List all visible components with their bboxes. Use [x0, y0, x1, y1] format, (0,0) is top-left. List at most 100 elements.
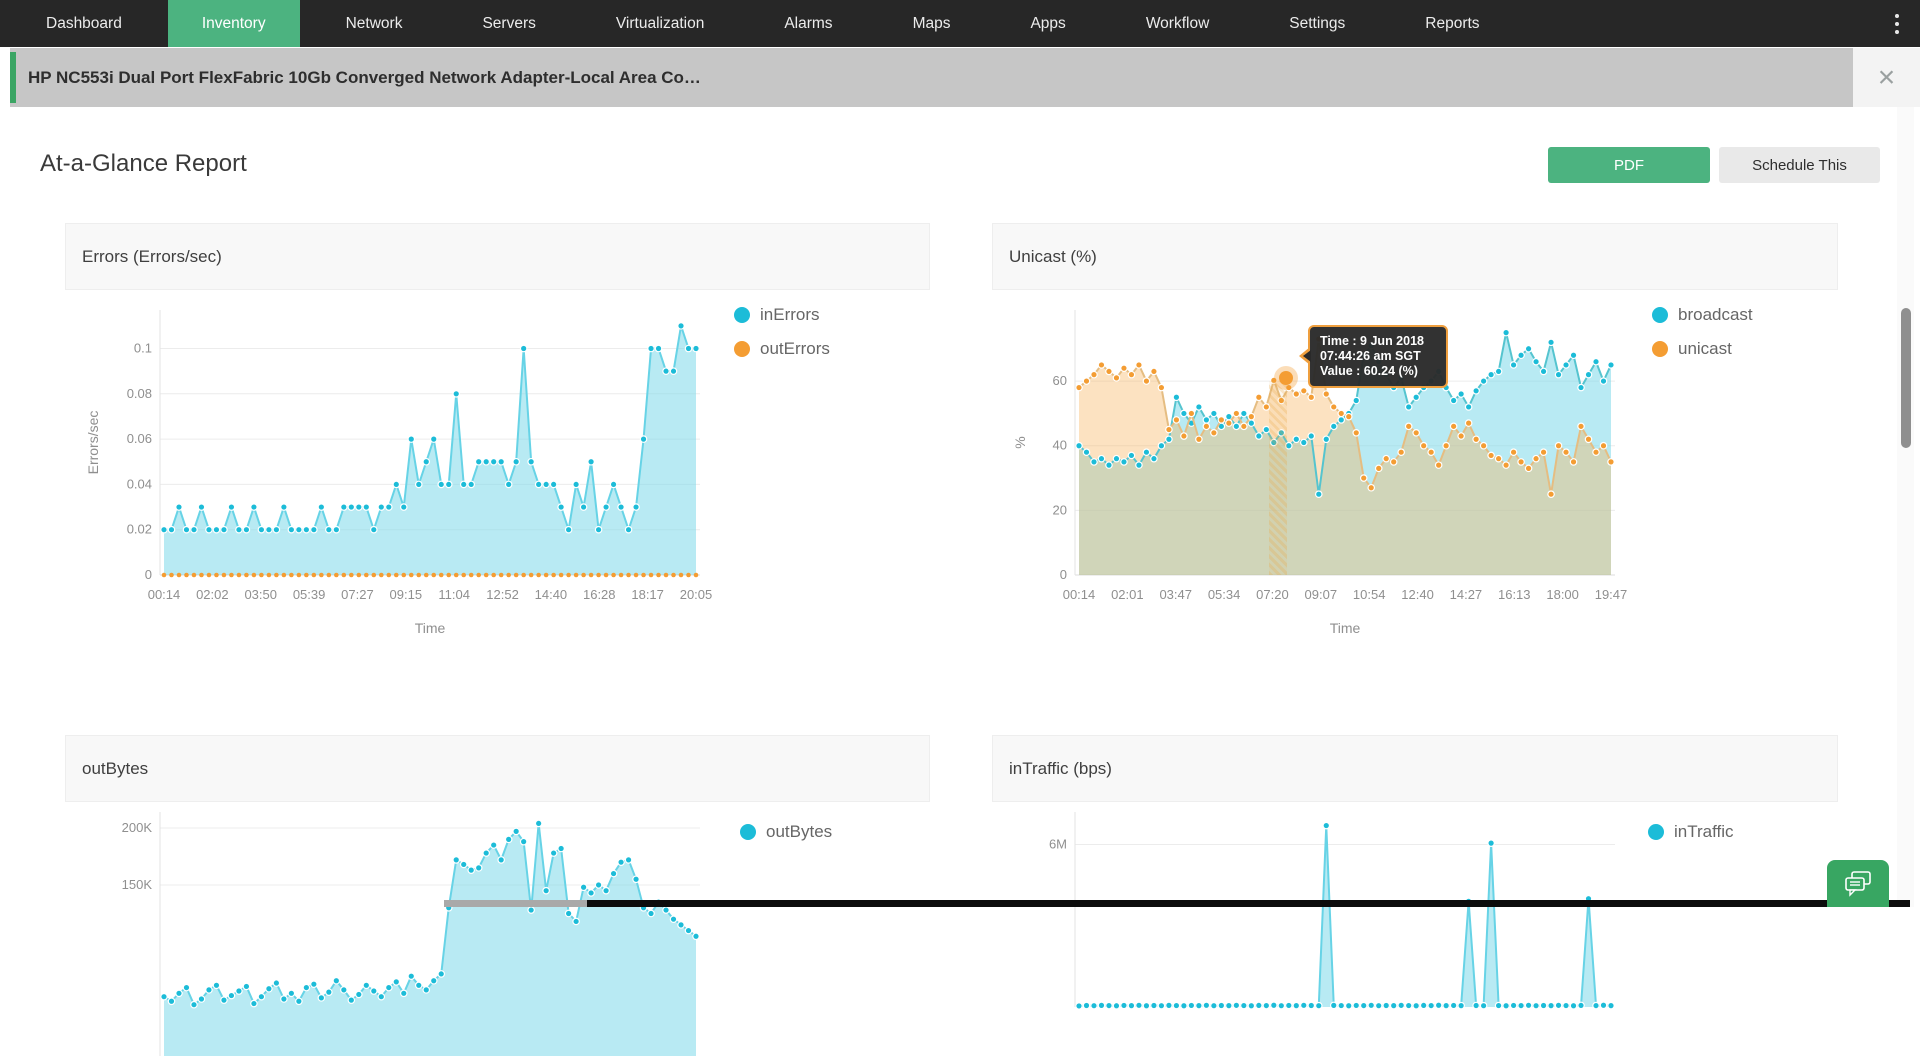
legend-item-unicast[interactable]: unicast — [1652, 339, 1753, 359]
svg-text:03:50: 03:50 — [244, 587, 277, 602]
svg-text:16:28: 16:28 — [583, 587, 616, 602]
chart-tooltip: Time : 9 Jun 2018 07:44:26 am SGT Value … — [1308, 325, 1448, 388]
chart-title-errors: Errors (Errors/sec) — [82, 247, 222, 267]
svg-text:14:27: 14:27 — [1450, 587, 1483, 602]
svg-text:02:01: 02:01 — [1111, 587, 1144, 602]
nav-item-apps[interactable]: Apps — [996, 0, 1099, 47]
vertical-scrollbar-track — [1897, 107, 1914, 907]
panel-header-intraffic: inTraffic (bps) — [992, 735, 1838, 802]
legend-item-inErrors[interactable]: inErrors — [734, 305, 830, 325]
svg-text:11:04: 11:04 — [438, 587, 470, 602]
legend-dot-broadcast — [1652, 307, 1668, 323]
legend-item-broadcast[interactable]: broadcast — [1652, 305, 1753, 325]
nav-item-reports[interactable]: Reports — [1391, 0, 1513, 47]
legend-label: inErrors — [760, 305, 820, 325]
svg-text:200K: 200K — [122, 820, 153, 835]
legend-outbytes: outBytes — [740, 822, 832, 842]
legend-item-inTraffic[interactable]: inTraffic — [1648, 822, 1734, 842]
svg-text:Time: Time — [415, 620, 446, 636]
svg-text:09:07: 09:07 — [1305, 587, 1338, 602]
svg-text:0: 0 — [145, 567, 152, 582]
svg-text:0.02: 0.02 — [127, 522, 152, 537]
nav-item-virtualization[interactable]: Virtualization — [582, 0, 738, 47]
legend-item-outBytes[interactable]: outBytes — [740, 822, 832, 842]
panel-header-outbytes: outBytes — [65, 735, 930, 802]
svg-text:6M: 6M — [1049, 837, 1067, 852]
page-title: At-a-Glance Report — [40, 150, 247, 178]
nav-item-workflow[interactable]: Workflow — [1112, 0, 1243, 47]
chart-title-unicast: Unicast (%) — [1009, 247, 1097, 267]
pdf-button[interactable]: PDF — [1548, 147, 1710, 183]
svg-text:05:34: 05:34 — [1208, 587, 1241, 602]
banner-close-button[interactable]: × — [1853, 48, 1920, 107]
svg-text:20: 20 — [1053, 502, 1067, 517]
chat-bubbles-icon — [1841, 869, 1875, 899]
legend-label: outBytes — [766, 822, 832, 842]
panel-header-errors: Errors (Errors/sec) — [65, 223, 930, 290]
legend-label: broadcast — [1678, 305, 1753, 325]
nav-item-maps[interactable]: Maps — [879, 0, 985, 47]
tooltip-time-line2: 07:44:26 am SGT — [1320, 349, 1436, 364]
svg-text:18:00: 18:00 — [1546, 587, 1579, 602]
svg-text:14:40: 14:40 — [535, 587, 568, 602]
nav-item-dashboard[interactable]: Dashboard — [12, 0, 156, 47]
svg-text:0.1: 0.1 — [134, 341, 152, 356]
schedule-this-button[interactable]: Schedule This — [1719, 147, 1880, 183]
svg-text:19:47: 19:47 — [1595, 587, 1628, 602]
vertical-scrollbar-thumb[interactable] — [1901, 308, 1911, 448]
legend-label: unicast — [1678, 339, 1732, 359]
device-banner: HP NC553i Dual Port FlexFabric 10Gb Conv… — [10, 48, 1853, 107]
svg-text:0.08: 0.08 — [127, 386, 152, 401]
svg-text:00:14: 00:14 — [1063, 587, 1096, 602]
legend-dot-inErrors — [734, 307, 750, 323]
svg-text:00:14: 00:14 — [148, 587, 181, 602]
svg-text:40: 40 — [1053, 438, 1067, 453]
nav-item-alarms[interactable]: Alarms — [750, 0, 866, 47]
svg-text:07:20: 07:20 — [1256, 587, 1289, 602]
legend-label: inTraffic — [1674, 822, 1734, 842]
svg-text:0.06: 0.06 — [127, 431, 152, 446]
nav-item-network[interactable]: Network — [312, 0, 437, 47]
svg-text:150K: 150K — [122, 877, 153, 892]
svg-text:Errors/sec: Errors/sec — [85, 411, 101, 475]
banner-accent-bar — [10, 52, 16, 103]
svg-text:18:17: 18:17 — [631, 587, 664, 602]
errors-chart[interactable]: 00.020.040.060.080.100:1402:0203:5005:39… — [70, 300, 750, 645]
svg-text:0: 0 — [1060, 567, 1067, 582]
nav-item-servers[interactable]: Servers — [448, 0, 569, 47]
svg-text:03:47: 03:47 — [1159, 587, 1192, 602]
kebab-menu-icon[interactable] — [1882, 0, 1912, 47]
legend-unicast: broadcast unicast — [1652, 305, 1753, 359]
nav-item-settings[interactable]: Settings — [1255, 0, 1379, 47]
svg-text:20:05: 20:05 — [680, 587, 713, 602]
bottom-bar-thumb — [444, 900, 587, 907]
nav-item-inventory[interactable]: Inventory — [168, 0, 300, 47]
outbytes-chart[interactable]: 150K 200K — [70, 802, 750, 1062]
legend-dot-unicast — [1652, 341, 1668, 357]
chart-title-outbytes: outBytes — [82, 759, 148, 779]
svg-text:07:27: 07:27 — [341, 587, 374, 602]
bottom-bar — [587, 900, 1910, 907]
svg-text:60: 60 — [1053, 373, 1067, 388]
svg-text:02:02: 02:02 — [196, 587, 229, 602]
legend-intraffic: inTraffic — [1648, 822, 1734, 842]
svg-text:05:39: 05:39 — [293, 587, 326, 602]
close-icon: × — [1878, 63, 1896, 93]
highlight-band — [1269, 381, 1287, 575]
svg-text:%: % — [1012, 436, 1028, 448]
svg-text:16:13: 16:13 — [1498, 587, 1531, 602]
legend-item-outErrors[interactable]: outErrors — [734, 339, 830, 359]
chart-title-intraffic: inTraffic (bps) — [1009, 759, 1112, 779]
tooltip-time-line1: Time : 9 Jun 2018 — [1320, 334, 1436, 349]
legend-errors: inErrors outErrors — [734, 305, 830, 359]
svg-text:12:40: 12:40 — [1401, 587, 1434, 602]
svg-text:10:54: 10:54 — [1353, 587, 1386, 602]
highlighted-point — [1279, 371, 1293, 385]
chat-button[interactable] — [1827, 860, 1889, 907]
device-title: HP NC553i Dual Port FlexFabric 10Gb Conv… — [28, 68, 701, 88]
top-nav: Dashboard Inventory NetworkServers Virtuali… — [0, 0, 1920, 47]
svg-text:12:52: 12:52 — [486, 587, 519, 602]
legend-dot-inTraffic — [1648, 824, 1664, 840]
panel-header-unicast: Unicast (%) — [992, 223, 1838, 290]
svg-text:Time: Time — [1330, 620, 1361, 636]
